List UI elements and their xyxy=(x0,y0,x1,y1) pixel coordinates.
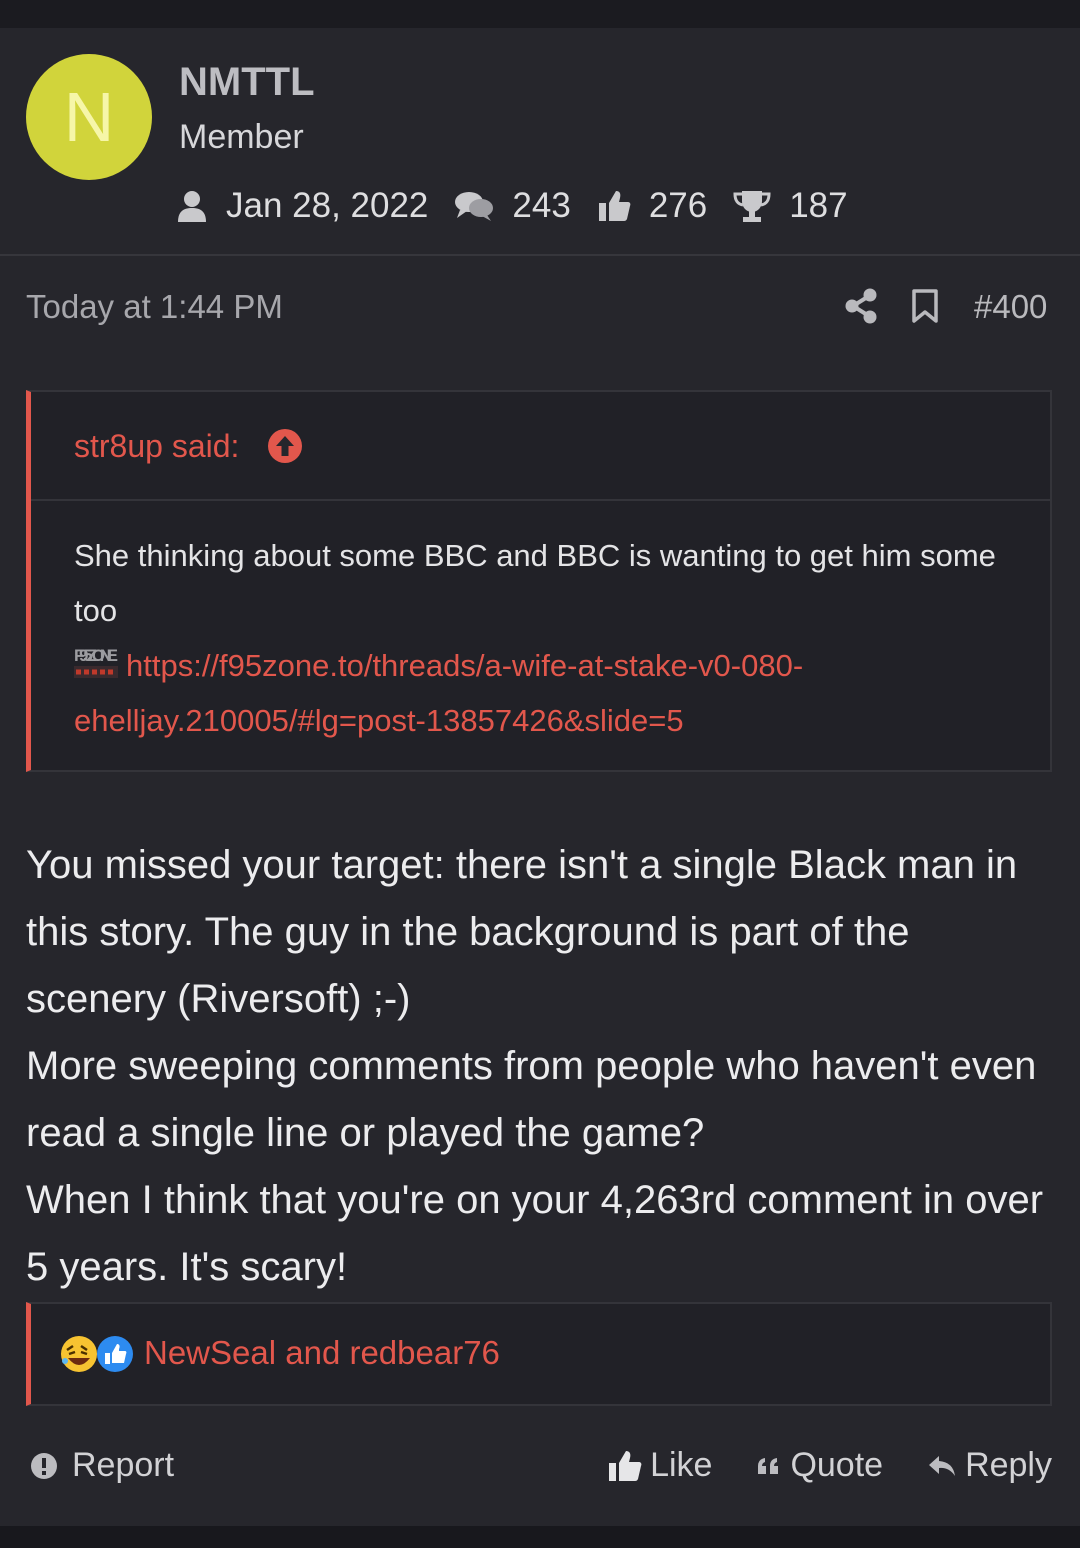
quote-icon xyxy=(756,1456,782,1476)
reply-button[interactable]: Reply xyxy=(927,1446,1052,1485)
bottom-strip xyxy=(0,1526,1080,1548)
trophy-points: 187 xyxy=(789,186,848,225)
post-message: You missed your target: there isn't a si… xyxy=(26,832,1056,1301)
quote-link[interactable]: https://f95zone.to/threads/a-wife-at-sta… xyxy=(74,648,803,738)
reaction-score: 276 xyxy=(648,186,708,225)
like-reaction-icon xyxy=(97,1336,133,1372)
like-button[interactable]: Like xyxy=(608,1446,712,1485)
quote-button[interactable]: Quote xyxy=(756,1446,883,1485)
quote-body: She thinking about some BBC and BBC is w… xyxy=(74,528,1034,748)
like-label: Like xyxy=(650,1446,713,1484)
message-count: 243 xyxy=(512,186,571,225)
header-divider xyxy=(0,254,1080,256)
reply-label: Reply xyxy=(965,1446,1052,1484)
avatar-letter: N xyxy=(63,78,115,156)
f95zone-logo: F95 ZONE xyxy=(74,646,118,682)
forum-post: N NMTTL Member Jan 28, 2022 243 276 187 … xyxy=(0,28,1080,1526)
reactions-bar[interactable]: NewSeal and redbear76 xyxy=(26,1302,1052,1406)
post-number[interactable]: #400 xyxy=(974,288,1047,326)
top-strip xyxy=(0,0,1080,28)
quote-header: str8up said: xyxy=(31,392,1050,501)
reaction-icons xyxy=(59,1334,139,1374)
thumbs-up-icon xyxy=(597,189,631,223)
quote-label: Quote xyxy=(790,1446,884,1484)
arrow-up-circle-icon[interactable] xyxy=(267,428,303,464)
quote-author[interactable]: str8up said: xyxy=(74,428,239,465)
username[interactable]: NMTTL xyxy=(179,60,315,105)
post-date[interactable]: Today at 1:44 PM xyxy=(26,288,283,326)
comments-icon xyxy=(454,190,494,222)
trophy-icon xyxy=(733,189,771,223)
post-actions: Like Quote Reply xyxy=(564,1446,1052,1485)
share-icon[interactable] xyxy=(844,288,878,324)
f95-logo-top: F95 ZONE xyxy=(74,646,118,665)
quote-block: str8up said: She thinking about some BBC… xyxy=(26,390,1052,772)
laughing-emoji-icon xyxy=(61,1336,97,1372)
message-paragraph-3: When I think that you're on your 4,263rd… xyxy=(26,1178,1044,1289)
reaction-users[interactable]: NewSeal and redbear76 xyxy=(144,1334,500,1372)
message-paragraph-1: You missed your target: there isn't a si… xyxy=(26,843,1018,1021)
bookmark-icon[interactable] xyxy=(910,288,940,324)
quote-text: She thinking about some BBC and BBC is w… xyxy=(74,538,996,628)
user-stats: Jan 28, 2022 243 276 187 xyxy=(176,184,874,228)
user-icon xyxy=(176,189,208,223)
reply-arrow-icon xyxy=(927,1454,957,1478)
joined-date: Jan 28, 2022 xyxy=(226,186,429,225)
report-label: Report xyxy=(72,1446,175,1484)
avatar[interactable]: N xyxy=(26,54,152,180)
warning-icon xyxy=(30,1452,58,1480)
user-title: Member xyxy=(179,118,304,156)
message-paragraph-2: More sweeping comments from people who h… xyxy=(26,1044,1037,1155)
thumbs-up-icon xyxy=(608,1450,642,1482)
report-button[interactable]: Report xyxy=(30,1446,174,1485)
